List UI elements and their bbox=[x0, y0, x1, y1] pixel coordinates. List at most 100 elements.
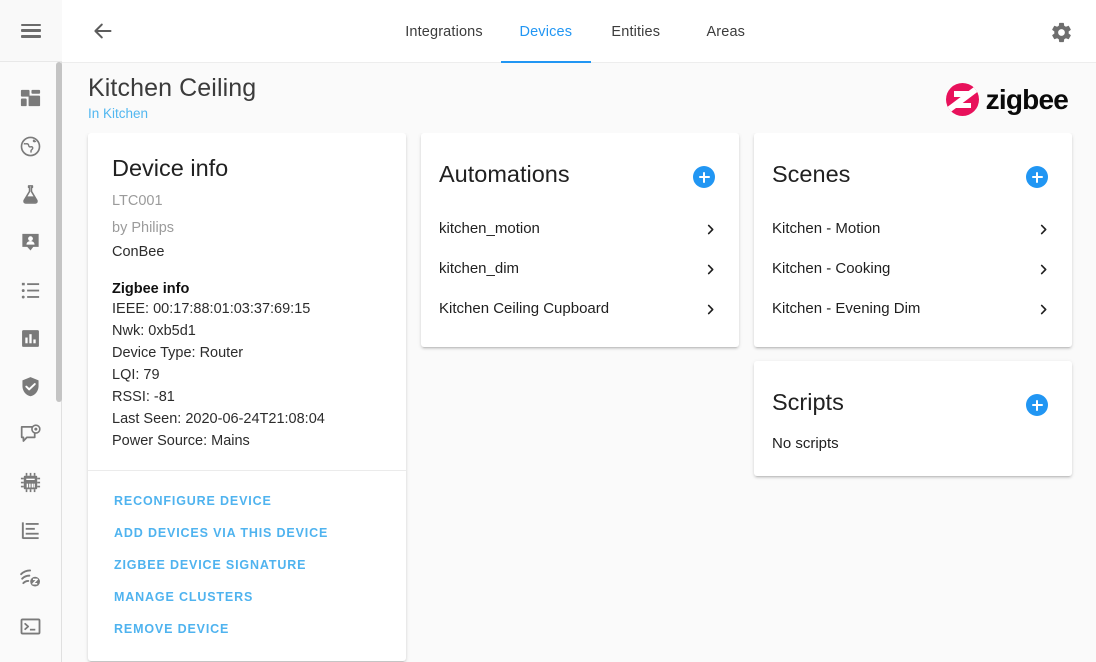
scenes-title: Scenes bbox=[772, 159, 850, 189]
scenes-list: Kitchen - Motion Kitchen - Cooking bbox=[754, 195, 1072, 347]
automation-row[interactable]: Kitchen Ceiling Cupboard bbox=[421, 289, 739, 329]
dashboard-icon bbox=[19, 87, 42, 110]
hamburger-menu-icon bbox=[21, 24, 41, 38]
wifi-z-icon bbox=[19, 567, 42, 590]
arrow-left-icon bbox=[91, 19, 115, 43]
automation-row[interactable]: kitchen_dim bbox=[421, 249, 739, 289]
device-page: Integrations Devices Entities Areas bbox=[0, 0, 1096, 662]
chevron-right-icon bbox=[1037, 223, 1050, 236]
zigbee-info-line: RSSI: -81 bbox=[112, 386, 382, 408]
scripts-card-header: Scripts bbox=[754, 361, 1072, 417]
page-header: Kitchen Ceiling In Kitchen zigbee bbox=[62, 63, 1096, 133]
remove-device-button[interactable]: Remove device bbox=[88, 613, 406, 645]
column-device-info: Device info LTC001 by Philips ConBee Zig… bbox=[88, 133, 406, 661]
sidebar-item-history[interactable] bbox=[0, 314, 62, 362]
sidebar-item-logbook[interactable] bbox=[0, 266, 62, 314]
sidebar-item-supervisor[interactable] bbox=[0, 362, 62, 410]
globe-map-icon bbox=[19, 135, 42, 158]
tab-label: Integrations bbox=[405, 24, 483, 40]
scene-row[interactable]: Kitchen - Motion bbox=[754, 209, 1072, 249]
automations-list: kitchen_motion kitchen_dim bbox=[421, 195, 739, 347]
scene-label: Kitchen - Evening Dim bbox=[772, 299, 920, 319]
add-automation-button[interactable] bbox=[693, 166, 715, 188]
gear-icon bbox=[1050, 21, 1073, 44]
top-toolbar: Integrations Devices Entities Areas bbox=[62, 0, 1096, 63]
settings-button[interactable] bbox=[1041, 12, 1081, 52]
scene-row[interactable]: Kitchen - Evening Dim bbox=[754, 289, 1072, 329]
chevron-right-icon bbox=[704, 263, 717, 276]
zigbee-wordmark: zigbee bbox=[986, 85, 1068, 115]
zigbee-info-line: IEEE: 00:17:88:01:03:37:69:15 bbox=[112, 298, 382, 320]
sidebar-item-logs[interactable] bbox=[0, 506, 62, 554]
shield-check-icon bbox=[19, 375, 42, 398]
automation-label: kitchen_motion bbox=[439, 219, 540, 239]
device-info-card: Device info LTC001 by Philips ConBee Zig… bbox=[88, 133, 406, 661]
add-devices-via-this-device-button[interactable]: Add devices via this device bbox=[88, 517, 406, 549]
terminal-icon bbox=[19, 615, 42, 638]
tab-devices[interactable]: Devices bbox=[501, 0, 591, 63]
zigbee-info-line: LQI: 79 bbox=[112, 364, 382, 386]
zigbee-info-line: Device Type: Router bbox=[112, 342, 382, 364]
device-integration: ConBee bbox=[112, 244, 382, 261]
tab-entities[interactable]: Entities bbox=[591, 0, 681, 63]
plus-circle-icon bbox=[699, 172, 710, 183]
automation-row[interactable]: kitchen_motion bbox=[421, 209, 739, 249]
scripts-card: Scripts No scripts bbox=[754, 361, 1072, 476]
automations-title: Automations bbox=[439, 159, 570, 189]
zigbee-info-lines: IEEE: 00:17:88:01:03:37:69:15 Nwk: 0xb5d… bbox=[112, 298, 382, 452]
bar-chart-icon bbox=[19, 327, 42, 350]
chip-icon bbox=[19, 471, 42, 494]
column-scenes-scripts: Scenes Kitchen - Motion bbox=[754, 133, 1072, 476]
flask-icon bbox=[19, 183, 42, 206]
plus-circle-icon bbox=[1032, 172, 1043, 183]
chevron-right-icon bbox=[704, 223, 717, 236]
tab-areas[interactable]: Areas bbox=[681, 0, 771, 63]
tab-label: Devices bbox=[519, 24, 572, 40]
device-manufacturer: by Philips bbox=[112, 220, 382, 237]
sidebar bbox=[0, 0, 62, 662]
sidebar-nav-list bbox=[0, 62, 62, 650]
scripts-title: Scripts bbox=[772, 387, 844, 417]
chevron-right-icon bbox=[1037, 263, 1050, 276]
sidebar-item-map[interactable] bbox=[0, 122, 62, 170]
page-header-text: Kitchen Ceiling In Kitchen bbox=[88, 73, 256, 123]
automations-card-header: Automations bbox=[421, 133, 739, 195]
zigbee-info-line: Last Seen: 2020-06-24T21:08:04 bbox=[112, 408, 382, 430]
add-script-button[interactable] bbox=[1026, 394, 1048, 416]
main-content: Integrations Devices Entities Areas bbox=[62, 0, 1096, 662]
manage-clusters-button[interactable]: Manage Clusters bbox=[88, 581, 406, 613]
tab-bar: Integrations Devices Entities Areas bbox=[62, 0, 1096, 63]
hamburger-menu-button[interactable] bbox=[0, 0, 62, 62]
tab-integrations[interactable]: Integrations bbox=[387, 0, 501, 63]
comment-eye-icon bbox=[19, 423, 42, 446]
scenes-card: Scenes Kitchen - Motion bbox=[754, 133, 1072, 347]
device-info-body: Device info LTC001 by Philips ConBee Zig… bbox=[88, 133, 406, 470]
automations-card: Automations kitchen_motion bbox=[421, 133, 739, 347]
sidebar-item-hardware[interactable] bbox=[0, 458, 62, 506]
reconfigure-device-button[interactable]: Reconfigure device bbox=[88, 485, 406, 517]
zigbee-info-line: Power Source: Mains bbox=[112, 430, 382, 452]
sidebar-item-developer-tools[interactable] bbox=[0, 170, 62, 218]
scene-label: Kitchen - Cooking bbox=[772, 259, 890, 279]
device-actions: Reconfigure device Add devices via this … bbox=[88, 470, 406, 661]
column-automations: Automations kitchen_motion bbox=[421, 133, 739, 347]
sidebar-item-terminal[interactable] bbox=[0, 602, 62, 650]
log-lines-icon bbox=[19, 519, 42, 542]
sidebar-item-person[interactable] bbox=[0, 218, 62, 266]
plus-circle-icon bbox=[1032, 400, 1043, 411]
sidebar-item-overview[interactable] bbox=[0, 74, 62, 122]
page-title: Kitchen Ceiling bbox=[88, 73, 256, 103]
sidebar-item-notifications[interactable] bbox=[0, 410, 62, 458]
chevron-right-icon bbox=[704, 303, 717, 316]
person-badge-icon bbox=[19, 231, 42, 254]
scene-row[interactable]: Kitchen - Cooking bbox=[754, 249, 1072, 289]
back-button[interactable] bbox=[79, 7, 127, 55]
zigbee-device-signature-button[interactable]: Zigbee Device Signature bbox=[88, 549, 406, 581]
add-scene-button[interactable] bbox=[1026, 166, 1048, 188]
list-bullet-icon bbox=[19, 279, 42, 302]
page-area-link[interactable]: In Kitchen bbox=[88, 105, 148, 123]
sidebar-item-zigbee[interactable] bbox=[0, 554, 62, 602]
zigbee-logo: zigbee bbox=[946, 83, 1068, 116]
device-model: LTC001 bbox=[112, 193, 382, 210]
tab-label: Areas bbox=[706, 24, 745, 40]
